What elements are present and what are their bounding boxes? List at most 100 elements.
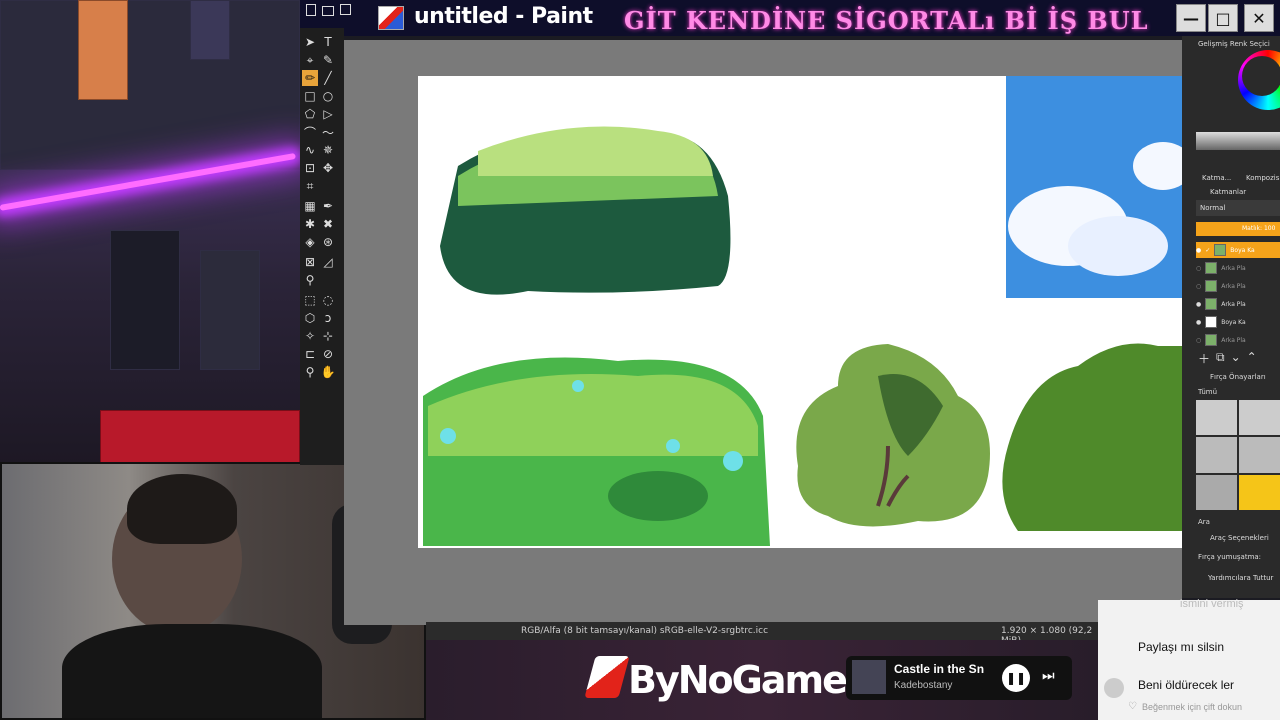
layer-row[interactable]: ○ Arka Pla	[1196, 278, 1280, 294]
maximize-button[interactable]: □	[1208, 4, 1238, 32]
move-up-icon[interactable]: ⌃	[1247, 350, 1257, 367]
fill-tool-icon[interactable]: ◈	[302, 234, 318, 250]
contiguous-select-icon[interactable]: ✧	[302, 328, 318, 344]
layer-thumbnail	[1205, 298, 1218, 310]
maximize-icon: □	[1215, 8, 1231, 28]
color-picker-icon[interactable]: ✒	[320, 198, 336, 214]
pan-tool-icon[interactable]: ✋	[320, 364, 336, 380]
drawing-canvas[interactable]	[418, 76, 1182, 548]
line-tool-icon[interactable]: ╱	[320, 70, 336, 86]
text-tool-icon[interactable]: T	[320, 34, 336, 50]
brush-preset[interactable]	[1196, 437, 1237, 473]
tab-layers[interactable]: Katma...	[1202, 174, 1231, 182]
move-tool-icon[interactable]: ✥	[320, 160, 336, 176]
eye-icon[interactable]: ●	[1196, 301, 1201, 308]
brush-preset-grid	[1196, 400, 1280, 510]
blend-mode-select[interactable]: Normal	[1196, 200, 1280, 216]
layer-row[interactable]: ● Boya Ka	[1196, 314, 1280, 330]
value-slider[interactable]	[1196, 132, 1280, 150]
brush-preset[interactable]	[1239, 400, 1280, 436]
brush-presets-title: Fırça Önayarları	[1210, 373, 1266, 381]
brush-preset[interactable]	[1239, 437, 1280, 473]
sponsor-brand: ByNoGame	[628, 658, 848, 702]
status-bar: RGB/Alfa (8 bit tamsayı/kanal) sRGB-elle…	[426, 622, 1106, 646]
stream-overlay-text: GİT KENDİNE SİGORTALı Bİ İŞ BUL	[624, 6, 1149, 35]
polyline-tool-icon[interactable]: ▷	[320, 106, 336, 122]
eye-hidden-icon[interactable]: ○	[1196, 283, 1201, 290]
zoom-tool-icon[interactable]: ⚲	[302, 364, 318, 380]
polygon-tool-icon[interactable]: ⬠	[302, 106, 318, 122]
layer-row[interactable]: ● ✓ Boya Ka	[1196, 242, 1280, 258]
multibrush-icon[interactable]: ✵	[320, 142, 336, 158]
brush-preset-selected[interactable]	[1239, 474, 1280, 510]
bezier-select-icon[interactable]: ⊏	[302, 346, 318, 362]
polygon-select-icon[interactable]: ⬡	[302, 310, 318, 326]
color-profile-label: RGB/Alfa (8 bit tamsayı/kanal) sRGB-elle…	[521, 626, 769, 636]
layer-thumbnail	[1214, 244, 1227, 256]
pause-button[interactable]: ❚❚	[1002, 664, 1030, 692]
skip-next-icon: ⏭	[1042, 668, 1055, 684]
brush-search-label: Ara	[1198, 518, 1210, 526]
move-down-icon[interactable]: ⌄	[1231, 350, 1241, 367]
eye-hidden-icon[interactable]: ○	[1196, 337, 1201, 344]
brush-filter[interactable]: Tümü	[1198, 388, 1217, 396]
artist-name: Kadebostany	[894, 680, 953, 691]
layers-title: Katmanlar	[1210, 188, 1247, 196]
similar-select-icon[interactable]: ⊹	[320, 328, 336, 344]
colorize-mask-icon[interactable]: ✱	[302, 216, 318, 232]
reference-tool-icon[interactable]: ⚲	[302, 272, 318, 288]
music-widget: Castle in the Sn Kadebostany ❚❚ ⏭	[846, 656, 1072, 700]
avatar	[1104, 678, 1124, 698]
ellipse-tool-icon[interactable]: ○	[320, 88, 336, 104]
transform-tool-icon[interactable]: ⊡	[302, 160, 318, 176]
comment-fragment: ismini vermiş	[1180, 598, 1244, 610]
add-layer-icon[interactable]: ＋	[1198, 350, 1210, 367]
layer-thumbnail	[1205, 316, 1218, 328]
minimize-button[interactable]: —	[1176, 4, 1206, 32]
eye-icon[interactable]: ●	[1196, 247, 1201, 254]
opacity-slider[interactable]: Matlık: 100	[1196, 222, 1280, 236]
magnetic-select-icon[interactable]: ⊘	[320, 346, 336, 362]
eye-icon[interactable]: ●	[1196, 319, 1201, 326]
smart-patch-icon[interactable]: ✖	[320, 216, 336, 232]
enclose-fill-icon[interactable]: ⊛	[320, 234, 336, 250]
layer-row[interactable]: ○ Arka Pla	[1196, 332, 1280, 348]
assistant-tool-icon[interactable]: ⊠	[302, 254, 318, 270]
rectangle-tool-icon[interactable]: □	[302, 88, 318, 104]
dynamic-brush-icon[interactable]: ∿	[302, 142, 318, 158]
select-arrow-icon[interactable]: ➤	[302, 34, 318, 50]
brush-preset[interactable]	[1196, 474, 1237, 510]
layer-row[interactable]: ● Arka Pla	[1196, 296, 1280, 312]
brush-preset[interactable]	[1196, 400, 1237, 436]
measure-tool-icon[interactable]: ◿	[320, 254, 336, 270]
brush-tool-icon[interactable]: ✏	[302, 70, 318, 86]
edit-shapes-icon[interactable]: ⌖	[302, 52, 318, 68]
ellipse-select-icon[interactable]: ◌	[320, 292, 336, 308]
song-title: Castle in the Sn	[894, 662, 985, 676]
tool-palette: ➤ T ⌖ ✎ ✏ ╱ □ ○ ⬠ ▷ ⌒ 〜 ∿ ✵ ⊡ ✥ ⌗ ▦ ✒ ✱ …	[300, 28, 344, 465]
heart-icon: ♡	[1128, 701, 1137, 712]
tab-compositions[interactable]: Kompozis	[1246, 174, 1279, 182]
rect-select-icon[interactable]: ⬚	[302, 292, 318, 308]
layer-actions: ＋ ⧉ ⌄ ⌃	[1198, 350, 1257, 367]
brush-smoothing-label: Fırça yumuşatma:	[1198, 553, 1262, 561]
gradient-tool-icon[interactable]: ▦	[302, 198, 318, 214]
bezier-tool-icon[interactable]: ⌒	[302, 124, 318, 140]
next-track-button[interactable]: ⏭	[1042, 668, 1055, 684]
eye-hidden-icon[interactable]: ○	[1196, 265, 1201, 272]
duplicate-layer-icon[interactable]: ⧉	[1216, 350, 1225, 367]
new-file-icon[interactable]	[306, 4, 316, 16]
calligraphy-icon[interactable]: ✎	[320, 52, 336, 68]
freehand-path-icon[interactable]: 〜	[320, 124, 336, 140]
paint-app-icon	[378, 6, 404, 30]
close-button[interactable]: ✕	[1244, 4, 1274, 32]
crop-tool-icon[interactable]: ⌗	[302, 178, 318, 194]
layer-row[interactable]: ○ Arka Pla	[1196, 260, 1280, 276]
snap-to-assistants-label[interactable]: Yardımcılara Tuttur	[1208, 574, 1273, 582]
save-icon[interactable]	[340, 4, 351, 15]
comment-item[interactable]: Paylaşı mı silsin	[1138, 640, 1224, 654]
freehand-select-icon[interactable]: ↄ	[320, 310, 336, 326]
open-folder-icon[interactable]	[322, 6, 334, 16]
pause-icon: ❚❚	[1005, 671, 1027, 685]
comment-item[interactable]: Beni öldürecek ler	[1138, 678, 1234, 692]
